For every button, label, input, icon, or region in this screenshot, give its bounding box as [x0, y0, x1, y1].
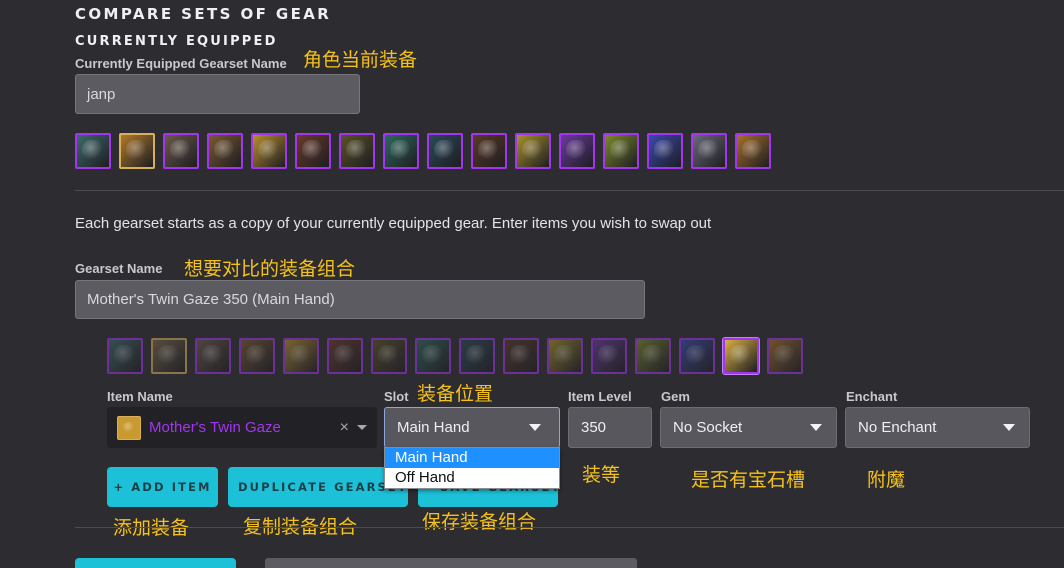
- ring-2-icon[interactable]: [591, 338, 627, 374]
- annotation-compare-sets: 想要对比的装备组合: [184, 258, 356, 280]
- chest-icon[interactable]: [283, 338, 319, 374]
- slot-label: Slot: [384, 389, 409, 404]
- off-hand-icon[interactable]: [767, 338, 803, 374]
- page-title: COMPARE SETS OF GEAR: [75, 5, 332, 23]
- item-level-value: 350: [581, 419, 607, 436]
- neck-icon[interactable]: [151, 338, 187, 374]
- item-level-label: Item Level: [568, 389, 632, 404]
- helm-icon[interactable]: [107, 338, 143, 374]
- equipped-gear-row: [75, 133, 771, 169]
- back-icon[interactable]: [239, 338, 275, 374]
- main-hand-icon[interactable]: [691, 133, 727, 169]
- wrist-icon[interactable]: [295, 133, 331, 169]
- item-name-label: Item Name: [107, 389, 173, 404]
- slot-option-off-hand[interactable]: Off Hand: [385, 468, 559, 488]
- gearset-name-label: Gearset Name: [75, 261, 163, 276]
- neck-icon[interactable]: [119, 133, 155, 169]
- slot-select[interactable]: Main Hand: [384, 407, 560, 448]
- annotation-enchant: 附魔: [867, 469, 906, 491]
- gearset-name-input[interactable]: Mother's Twin Gaze 350 (Main Hand): [75, 280, 645, 319]
- ring-2-icon[interactable]: [559, 133, 595, 169]
- slot-dropdown[interactable]: Main Hand Off Hand: [384, 447, 560, 489]
- main-hand-icon[interactable]: [723, 338, 759, 374]
- divider: [75, 527, 1064, 528]
- shoulder-icon[interactable]: [163, 133, 199, 169]
- gem-select[interactable]: No Socket: [660, 407, 837, 448]
- duplicate-gearset-button[interactable]: DUPLICATE GEARSET: [228, 467, 408, 507]
- gem-value: No Socket: [673, 419, 743, 436]
- ring-icon[interactable]: [547, 338, 583, 374]
- divider: [75, 190, 1064, 191]
- shoulder-icon[interactable]: [195, 338, 231, 374]
- back-icon[interactable]: [207, 133, 243, 169]
- equipped-name-value: janp: [87, 85, 116, 103]
- slot-value: Main Hand: [397, 419, 470, 436]
- bottom-input[interactable]: [265, 558, 637, 568]
- helm-icon[interactable]: [75, 133, 111, 169]
- info-text: Each gearset starts as a copy of your cu…: [75, 215, 712, 232]
- hands-icon[interactable]: [371, 338, 407, 374]
- trinket-icon[interactable]: [635, 338, 671, 374]
- annotation-gem: 是否有宝石槽: [691, 469, 806, 491]
- chevron-down-icon: [1003, 424, 1015, 431]
- chest-icon[interactable]: [251, 133, 287, 169]
- trinket-icon[interactable]: [603, 133, 639, 169]
- chevron-down-icon: [810, 424, 822, 431]
- chevron-down-icon[interactable]: [357, 425, 367, 430]
- annotation-item-level: 装等: [582, 464, 621, 486]
- feet-icon[interactable]: [471, 133, 507, 169]
- trinket-2-icon[interactable]: [647, 133, 683, 169]
- add-item-button[interactable]: + ADD ITEM: [107, 467, 218, 507]
- enchant-value: No Enchant: [858, 419, 937, 436]
- gearset-name-value: Mother's Twin Gaze 350 (Main Hand): [87, 291, 335, 308]
- off-hand-icon[interactable]: [735, 133, 771, 169]
- hands-icon[interactable]: [339, 133, 375, 169]
- compare-gear-row: [107, 338, 803, 374]
- waist-icon[interactable]: [383, 133, 419, 169]
- annotation-slot: 装备位置: [417, 383, 494, 405]
- annotation-equipped: 角色当前装备: [303, 49, 418, 71]
- annotation-save: 保存装备组合: [422, 511, 537, 533]
- chevron-down-icon: [529, 424, 541, 431]
- legs-icon[interactable]: [459, 338, 495, 374]
- enchant-label: Enchant: [846, 389, 898, 404]
- equipped-name-input[interactable]: janp: [75, 74, 360, 114]
- wrist-icon[interactable]: [327, 338, 363, 374]
- item-icon: [117, 415, 141, 440]
- legs-icon[interactable]: [427, 133, 463, 169]
- bottom-action-button[interactable]: [75, 558, 236, 568]
- ring-icon[interactable]: [515, 133, 551, 169]
- slot-option-main-hand[interactable]: Main Hand: [385, 448, 559, 468]
- item-level-input[interactable]: 350: [568, 407, 652, 448]
- waist-icon[interactable]: [415, 338, 451, 374]
- item-name-select[interactable]: Mother's Twin Gaze ×: [107, 407, 377, 448]
- item-name-value: Mother's Twin Gaze: [149, 419, 281, 436]
- equipped-name-label: Currently Equipped Gearset Name: [75, 56, 287, 71]
- annotation-duplicate: 复制装备组合: [243, 516, 358, 538]
- currently-equipped-title: CURRENTLY EQUIPPED: [75, 34, 278, 49]
- trinket-2-icon[interactable]: [679, 338, 715, 374]
- gem-label: Gem: [661, 389, 690, 404]
- enchant-select[interactable]: No Enchant: [845, 407, 1030, 448]
- clear-icon[interactable]: ×: [340, 419, 349, 437]
- feet-icon[interactable]: [503, 338, 539, 374]
